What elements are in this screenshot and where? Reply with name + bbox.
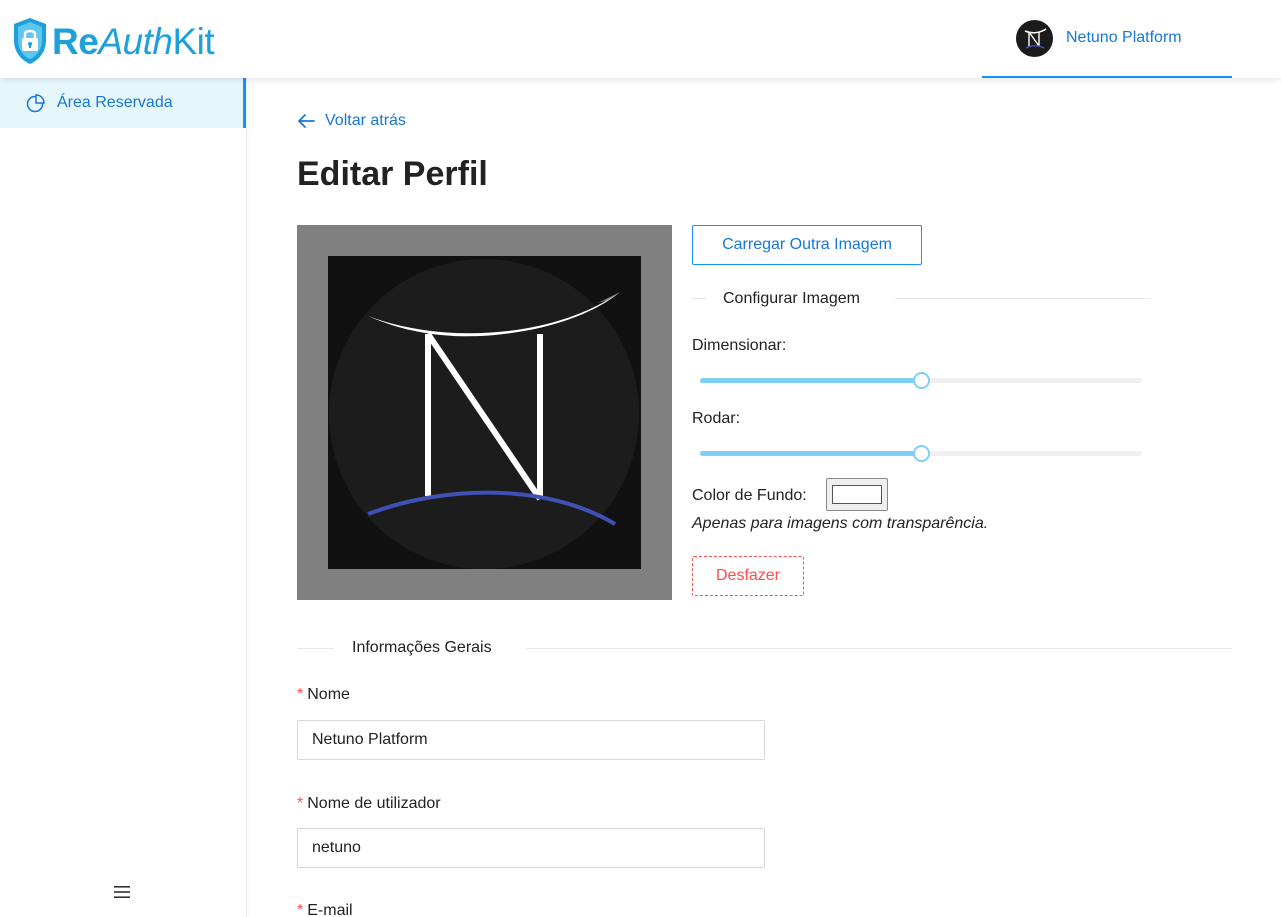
pie-chart-icon <box>26 93 45 112</box>
resize-slider-track <box>700 378 921 383</box>
bg-color-swatch <box>832 485 882 504</box>
resize-slider-handle[interactable] <box>913 372 930 389</box>
shield-lock-icon <box>14 18 46 64</box>
resize-slider[interactable] <box>700 372 1142 389</box>
image-config-title: Configurar Imagem <box>723 290 860 308</box>
rotate-label: Rodar: <box>692 410 741 427</box>
sidebar-collapse-toggle[interactable] <box>112 882 132 902</box>
back-link-label: Voltar atrás <box>325 112 406 129</box>
rotate-slider-handle[interactable] <box>913 445 930 462</box>
logo-text-kit: Kit <box>172 20 215 62</box>
avatar <box>1016 19 1053 57</box>
bg-color-note: Apenas para imagens com transparência. <box>692 515 989 532</box>
netuno-logo-image <box>328 256 641 569</box>
username-field-label: * Nome de utilizador <box>297 795 441 813</box>
menu-icon <box>114 886 130 898</box>
user-menu[interactable]: Netuno Platform <box>982 0 1232 78</box>
user-name: Netuno Platform <box>1066 29 1182 46</box>
resize-label: Dimensionar: <box>692 337 787 354</box>
image-config-divider-right <box>895 298 1150 299</box>
upload-image-button[interactable]: Carregar Outra Imagem <box>692 225 922 265</box>
back-link[interactable]: Voltar atrás <box>297 112 406 130</box>
email-label-text: E-mail <box>307 902 353 917</box>
rotate-slider[interactable] <box>700 445 1142 462</box>
logo-text-re: Re <box>52 20 99 62</box>
logo-wordmark: ReAuthKit <box>52 20 215 62</box>
undo-button[interactable]: Desfazer <box>692 556 804 596</box>
sidebar-item-label: Área Reservada <box>57 94 173 111</box>
username-input[interactable] <box>297 828 765 868</box>
profile-image <box>328 256 641 569</box>
name-field-label: * Nome <box>297 686 350 704</box>
general-info-divider-right <box>526 648 1232 649</box>
required-marker: * <box>297 686 304 703</box>
name-input[interactable] <box>297 720 765 760</box>
page-title: Editar Perfil <box>297 155 488 193</box>
required-marker: * <box>297 902 304 917</box>
sidebar-item-area-reservada[interactable]: Área Reservada <box>0 78 246 128</box>
general-info-divider-left <box>297 648 334 649</box>
top-header: ReAuthKit Netuno Platform <box>0 0 1281 78</box>
name-label-text: Nome <box>307 686 350 703</box>
rotate-slider-track <box>700 451 921 456</box>
bg-color-label: Color de Fundo: <box>692 487 807 504</box>
netuno-logo-icon <box>1024 27 1047 49</box>
bg-color-picker[interactable] <box>826 478 888 511</box>
email-field-label: * E-mail <box>297 902 353 917</box>
sidebar: Área Reservada <box>0 78 247 917</box>
image-config-divider-left <box>692 298 706 299</box>
arrow-left-icon <box>298 114 315 128</box>
general-info-title: Informações Gerais <box>352 639 492 657</box>
app-logo[interactable]: ReAuthKit <box>12 16 215 66</box>
username-label-text: Nome de utilizador <box>307 795 441 812</box>
logo-text-auth: Auth <box>98 20 173 62</box>
image-editor-canvas[interactable] <box>297 225 672 600</box>
required-marker: * <box>297 795 304 812</box>
